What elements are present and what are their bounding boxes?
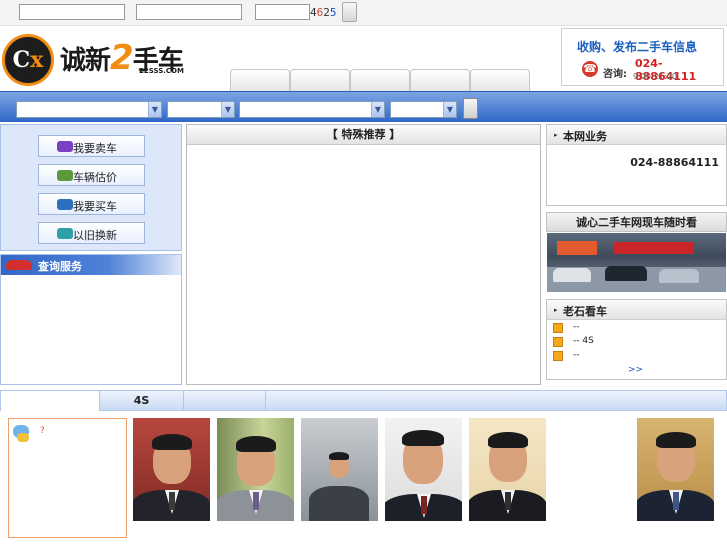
- counter-digit: 5: [329, 6, 337, 19]
- buy-car-label: 我要买车: [73, 200, 117, 213]
- username-input[interactable]: [19, 4, 125, 20]
- business-hours: 9:00-21:00: [633, 72, 677, 81]
- car-icon: [17, 433, 29, 442]
- logo-text-two: 2: [110, 38, 134, 78]
- staff-photo[interactable]: [385, 418, 462, 521]
- old-stone-title: 老石看车: [563, 305, 607, 318]
- more-link[interactable]: >>: [628, 365, 643, 375]
- nav-tab-3[interactable]: [350, 69, 410, 91]
- counter-digit: 4: [310, 6, 317, 19]
- car-icon: [57, 199, 73, 210]
- staff-photo[interactable]: [217, 418, 294, 521]
- telephone-icon: ☎: [582, 61, 598, 77]
- showroom-car: [605, 266, 647, 281]
- sell-car-label: 我要卖车: [73, 142, 117, 155]
- special-recommend-title: 【 特殊推荐 】: [187, 125, 540, 145]
- tab-1[interactable]: [1, 391, 100, 411]
- password-input[interactable]: [136, 4, 242, 20]
- query-service-title: 查询服务: [38, 260, 82, 273]
- top-login-bar: 4625: [0, 0, 727, 26]
- main-nav: [230, 69, 530, 91]
- greeting-text: ?: [40, 426, 45, 436]
- sell-car-button[interactable]: 我要卖车: [38, 135, 145, 157]
- year-select[interactable]: ▼: [390, 101, 457, 118]
- query-service-header: 查询服务: [1, 255, 181, 275]
- login-button[interactable]: [342, 2, 357, 22]
- calculator-icon: [57, 170, 73, 181]
- exchange-icon: [57, 228, 73, 239]
- nav-tab-4[interactable]: [410, 69, 470, 91]
- business-header: ▸ 本网业务: [547, 125, 726, 145]
- contact-info-box: 收购、发布二手车信息 ☎ 咨询: 024-88864111 9:00-21:00: [561, 28, 724, 86]
- counter-digit: 2: [323, 6, 330, 19]
- counter-digit: 6: [316, 6, 324, 19]
- showroom-car: [553, 268, 591, 282]
- special-recommend-panel: 【 特殊推荐 】: [186, 124, 541, 385]
- query-service-panel: 查询服务: [0, 254, 182, 385]
- search-bar: ▼ ▼ ▼ ▼: [0, 91, 727, 122]
- staff-photo[interactable]: [469, 418, 546, 521]
- showroom-photo[interactable]: [547, 233, 726, 292]
- red-car-icon: [6, 260, 32, 270]
- price-select[interactable]: ▼: [167, 101, 235, 118]
- doc-icon: [553, 323, 563, 333]
- list-item-text: --: [573, 322, 580, 332]
- showroom-title[interactable]: 诚心二手车网现车随时看: [546, 212, 727, 232]
- logo-letter-x: x: [30, 47, 44, 73]
- page: 4625 Cx 诚新2手车 22SSS.COM 收购、发布二手车信息 ☎ 咨询:…: [0, 0, 727, 545]
- bottom-tabs: 4S: [0, 390, 727, 411]
- list-item-text: --: [573, 350, 580, 360]
- staff-photo[interactable]: [133, 418, 210, 521]
- nav-tab-1[interactable]: [230, 69, 290, 91]
- nav-tab-5[interactable]: [470, 69, 530, 91]
- tab-3[interactable]: [184, 391, 266, 411]
- brand-select[interactable]: ▼: [16, 101, 162, 118]
- business-phone: 024-88864111: [630, 156, 719, 169]
- chevron-down-icon: ▼: [148, 102, 161, 117]
- staff-photo[interactable]: [301, 418, 378, 521]
- doc-icon: [553, 337, 563, 347]
- tab-4s[interactable]: 4S: [100, 391, 184, 411]
- logo-text-a: 诚新: [60, 46, 111, 76]
- logo-letter-c: C: [12, 47, 31, 73]
- consult-label: 咨询:: [603, 69, 627, 80]
- staff-photo[interactable]: [637, 418, 714, 521]
- search-button[interactable]: [463, 98, 478, 119]
- site-logo[interactable]: Cx 诚新2手车 22SSS.COM: [2, 34, 202, 86]
- business-panel: ▸ 本网业务 024-88864111: [546, 124, 727, 206]
- contact-title: 收购、发布二手车信息: [577, 40, 698, 54]
- business-title: 本网业务: [563, 130, 607, 143]
- old-stone-header: ▸ 老石看车: [547, 300, 726, 320]
- chevron-down-icon: ▼: [443, 102, 456, 117]
- old-stone-panel: ▸ 老石看车 -- -- 4S -- >>: [546, 299, 727, 380]
- valuation-label: 车辆估价: [73, 171, 117, 184]
- nav-tab-2[interactable]: [290, 69, 350, 91]
- greeting-box: ?: [8, 418, 127, 538]
- verify-code-input[interactable]: [255, 4, 310, 20]
- showroom-car: [659, 269, 699, 283]
- logo-domain: 22SSS.COM: [139, 67, 184, 75]
- quick-menu: 我要卖车 车辆估价 我要买车 以旧换新: [0, 124, 182, 251]
- showroom-sign: [557, 241, 597, 255]
- bullet-icon: ▸: [554, 306, 558, 314]
- trade-in-button[interactable]: 以旧换新: [38, 222, 145, 244]
- buy-car-button[interactable]: 我要买车: [38, 193, 145, 215]
- chevron-down-icon: ▼: [371, 102, 384, 117]
- valuation-button[interactable]: 车辆估价: [38, 164, 145, 186]
- doc-icon: [553, 351, 563, 361]
- list-item-text: -- 4S: [573, 336, 594, 346]
- trade-in-label: 以旧换新: [73, 229, 117, 242]
- logo-emblem: Cx: [2, 34, 54, 86]
- visitor-counter: 4625: [310, 6, 337, 19]
- bullet-icon: ▸: [554, 131, 558, 139]
- car-icon: [57, 141, 73, 152]
- chevron-down-icon: ▼: [221, 102, 234, 117]
- model-select[interactable]: ▼: [239, 101, 385, 118]
- showroom-sign: [614, 242, 694, 254]
